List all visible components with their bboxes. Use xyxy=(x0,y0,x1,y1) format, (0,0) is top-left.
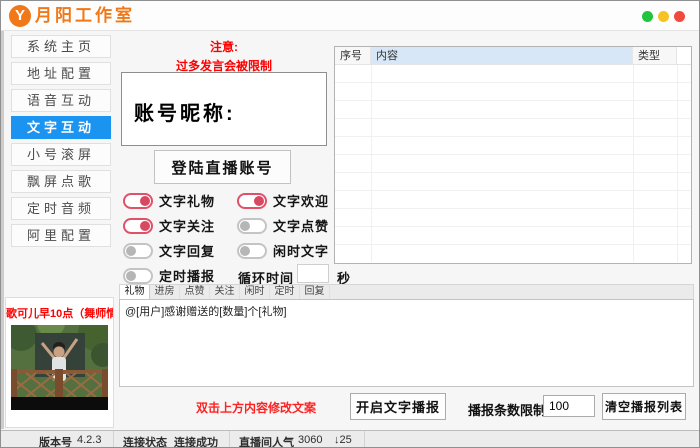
switch-off-icon[interactable] xyxy=(123,243,153,259)
switch-on-icon[interactable] xyxy=(123,218,153,234)
sidebar-item-voice-interaction[interactable]: 语音互动 xyxy=(11,89,111,112)
toggle-idle-text[interactable]: 闲时文字 xyxy=(237,241,329,260)
sidebar-item-float-song-request[interactable]: 飘屏点歌 xyxy=(11,170,111,193)
table-body[interactable] xyxy=(335,65,691,262)
popularity-label: 直播间人气 xyxy=(239,434,294,448)
version-label: 版本号 xyxy=(39,434,72,448)
notice-title: 注意: xyxy=(119,38,329,55)
window-controls xyxy=(642,11,685,22)
titlebar: Y 月阳工作室 xyxy=(1,1,699,31)
tab-enter-room[interactable]: 进房 xyxy=(150,285,180,299)
sidebar-item-alt-account-scroll[interactable]: 小号滚屏 xyxy=(11,143,111,166)
window-control-red-icon[interactable] xyxy=(674,11,685,22)
column-divider xyxy=(677,65,678,262)
loop-seconds-input[interactable] xyxy=(297,264,329,283)
toggle-text-follow[interactable]: 文字关注 xyxy=(123,216,215,235)
switch-off-icon[interactable] xyxy=(237,218,267,234)
toggle-text-welcome[interactable]: 文字欢迎 xyxy=(237,191,329,210)
toggle-text-like[interactable]: 文字点赞 xyxy=(237,216,329,235)
tab-gift[interactable]: 礼物 xyxy=(120,285,150,299)
connection-value: 连接成功 xyxy=(174,434,218,448)
version-value: 4.2.3 xyxy=(77,434,101,446)
switch-off-icon[interactable] xyxy=(237,243,267,259)
app-logo-icon: Y xyxy=(9,5,31,27)
marquee-text: 歌可儿早10点（舞师情感小 xyxy=(6,305,113,321)
broadcast-limit-label: 播报条数限制 xyxy=(468,400,546,419)
statusbar: 版本号 4.2.3 连接状态 连接成功 直播间人气 3060 ↓25 xyxy=(1,430,699,448)
popularity-drop-indicator: ↓25 xyxy=(334,434,352,446)
sidebar-item-ali-config[interactable]: 阿里配置 xyxy=(11,224,111,247)
sidebar-item-address-config[interactable]: 地址配置 xyxy=(11,62,111,85)
toggle-timed-broadcast[interactable]: 定时播报 xyxy=(123,266,215,285)
video-scene-graphic xyxy=(11,325,108,410)
left-edge-strip xyxy=(1,31,4,429)
window-control-green-icon[interactable] xyxy=(642,11,653,22)
app-window: Y 月阳工作室 系统主页 地址配置 语音互动 文字互动 小号滚屏 飘屏点歌 定时… xyxy=(0,0,700,448)
status-divider xyxy=(364,431,365,448)
start-broadcast-button[interactable]: 开启文字播报 xyxy=(350,393,446,420)
column-header-index[interactable]: 序号 xyxy=(335,47,371,64)
column-header-content[interactable]: 内容 xyxy=(371,47,633,64)
status-divider xyxy=(113,431,114,448)
broadcast-list-table[interactable]: 序号 内容 类型 xyxy=(334,46,692,264)
tab-reply[interactable]: 回复 xyxy=(300,285,330,299)
sidebar-item-text-interaction[interactable]: 文字互动 xyxy=(11,116,111,139)
clear-broadcast-list-button[interactable]: 清空播报列表 xyxy=(602,393,686,420)
sidebar-item-system-home[interactable]: 系统主页 xyxy=(11,35,111,58)
toggle-text-reply[interactable]: 文字回复 xyxy=(123,241,215,260)
sidebar-item-timed-audio[interactable]: 定时音频 xyxy=(11,197,111,220)
app-title: 月阳工作室 xyxy=(35,5,135,27)
popularity-value: 3060 xyxy=(298,434,322,446)
account-nickname-box: 账号昵称: xyxy=(121,72,327,146)
column-header-type[interactable]: 类型 xyxy=(633,47,677,64)
switch-on-icon[interactable] xyxy=(237,193,267,209)
column-divider xyxy=(633,65,634,262)
broadcast-limit-input[interactable] xyxy=(543,395,595,417)
window-control-yellow-icon[interactable] xyxy=(658,11,669,22)
tab-timed[interactable]: 定时 xyxy=(270,285,300,299)
account-nickname-label: 账号昵称: xyxy=(134,97,236,126)
logo-letter: Y xyxy=(15,7,25,24)
template-tabbar: 礼物 进房 点赞 关注 闲时 定时 回复 xyxy=(119,284,694,299)
table-header: 序号 内容 类型 xyxy=(335,47,691,65)
sidebar: 系统主页 地址配置 语音互动 文字互动 小号滚屏 飘屏点歌 定时音频 阿里配置 xyxy=(11,35,111,251)
status-divider xyxy=(229,431,230,448)
switch-on-icon[interactable] xyxy=(123,193,153,209)
template-text: @[用户]感谢赠送的[数量]个[礼物] xyxy=(125,303,688,319)
video-thumbnail[interactable] xyxy=(11,325,108,410)
tab-idle[interactable]: 闲时 xyxy=(240,285,270,299)
tab-like[interactable]: 点赞 xyxy=(180,285,210,299)
template-editor[interactable]: @[用户]感谢赠送的[数量]个[礼物] xyxy=(119,299,694,387)
column-divider xyxy=(371,65,372,262)
edit-hint-text: 双击上方内容修改文案 xyxy=(151,399,361,416)
switch-off-icon[interactable] xyxy=(123,268,153,284)
toggle-text-gift[interactable]: 文字礼物 xyxy=(123,191,215,210)
login-live-account-button[interactable]: 登陆直播账号 xyxy=(154,150,291,184)
connection-label: 连接状态 xyxy=(123,434,167,448)
tab-follow[interactable]: 关注 xyxy=(210,285,240,299)
